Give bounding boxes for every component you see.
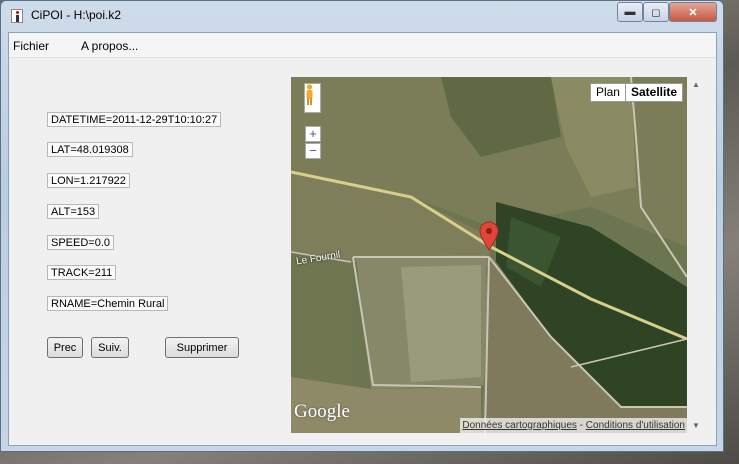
map-attribution: Données cartographiques - Conditions d'u…: [460, 418, 687, 433]
maximize-button[interactable]: ◻: [643, 2, 669, 22]
location-marker-icon[interactable]: [479, 221, 499, 251]
scroll-up-icon[interactable]: ▲: [692, 80, 700, 89]
lat-field: LAT=48.019308: [47, 142, 133, 157]
app-icon: [11, 9, 23, 23]
pegman-icon[interactable]: [304, 83, 321, 113]
map-type-plan[interactable]: Plan: [591, 84, 625, 101]
scroll-down-icon[interactable]: ▼: [692, 421, 700, 430]
attribution-terms-link[interactable]: Conditions d'utilisation: [586, 420, 685, 431]
delete-button[interactable]: Supprimer: [165, 337, 239, 358]
map-type-satellite[interactable]: Satellite: [624, 84, 682, 101]
attribution-separator: -: [576, 420, 586, 431]
close-button[interactable]: ✕: [669, 2, 717, 22]
app-window: CiPOI - H:\poi.k2 ▬ ◻ ✕ Fichier A propos…: [0, 0, 724, 452]
map-scrollbar[interactable]: ▲ ▼: [689, 77, 704, 433]
client-area: Fichier A propos... DATETIME=2011-12-29T…: [8, 32, 717, 446]
next-button[interactable]: Suiv.: [91, 337, 129, 358]
rname-field: RNAME=Chemin Rural: [47, 296, 169, 311]
attribution-data-link[interactable]: Données cartographiques: [462, 420, 577, 431]
minimize-button[interactable]: ▬: [617, 2, 643, 22]
google-logo: Google: [294, 401, 350, 422]
prev-button[interactable]: Prec: [47, 337, 83, 358]
track-field: TRACK=211: [47, 265, 117, 280]
menu-bar: Fichier A propos...: [9, 33, 716, 58]
lon-field: LON=1.217922: [47, 173, 130, 188]
alt-field: ALT=153: [47, 204, 100, 219]
menu-a-propos[interactable]: A propos...: [81, 39, 138, 53]
menu-fichier[interactable]: Fichier: [13, 39, 49, 53]
speed-field: SPEED=0.0: [47, 235, 115, 250]
datetime-field: DATETIME=2011-12-29T10:10:27: [47, 112, 222, 127]
satellite-imagery: [291, 77, 687, 433]
map-view[interactable]: + − Plan Satellite Le Fournil Google Don…: [291, 77, 687, 433]
map-type-control: Plan Satellite: [589, 83, 683, 102]
title-bar[interactable]: CiPOI - H:\poi.k2 ▬ ◻ ✕: [1, 1, 723, 31]
window-title: CiPOI - H:\poi.k2: [31, 8, 122, 22]
zoom-out-button[interactable]: −: [305, 143, 321, 159]
zoom-in-button[interactable]: +: [305, 126, 321, 142]
